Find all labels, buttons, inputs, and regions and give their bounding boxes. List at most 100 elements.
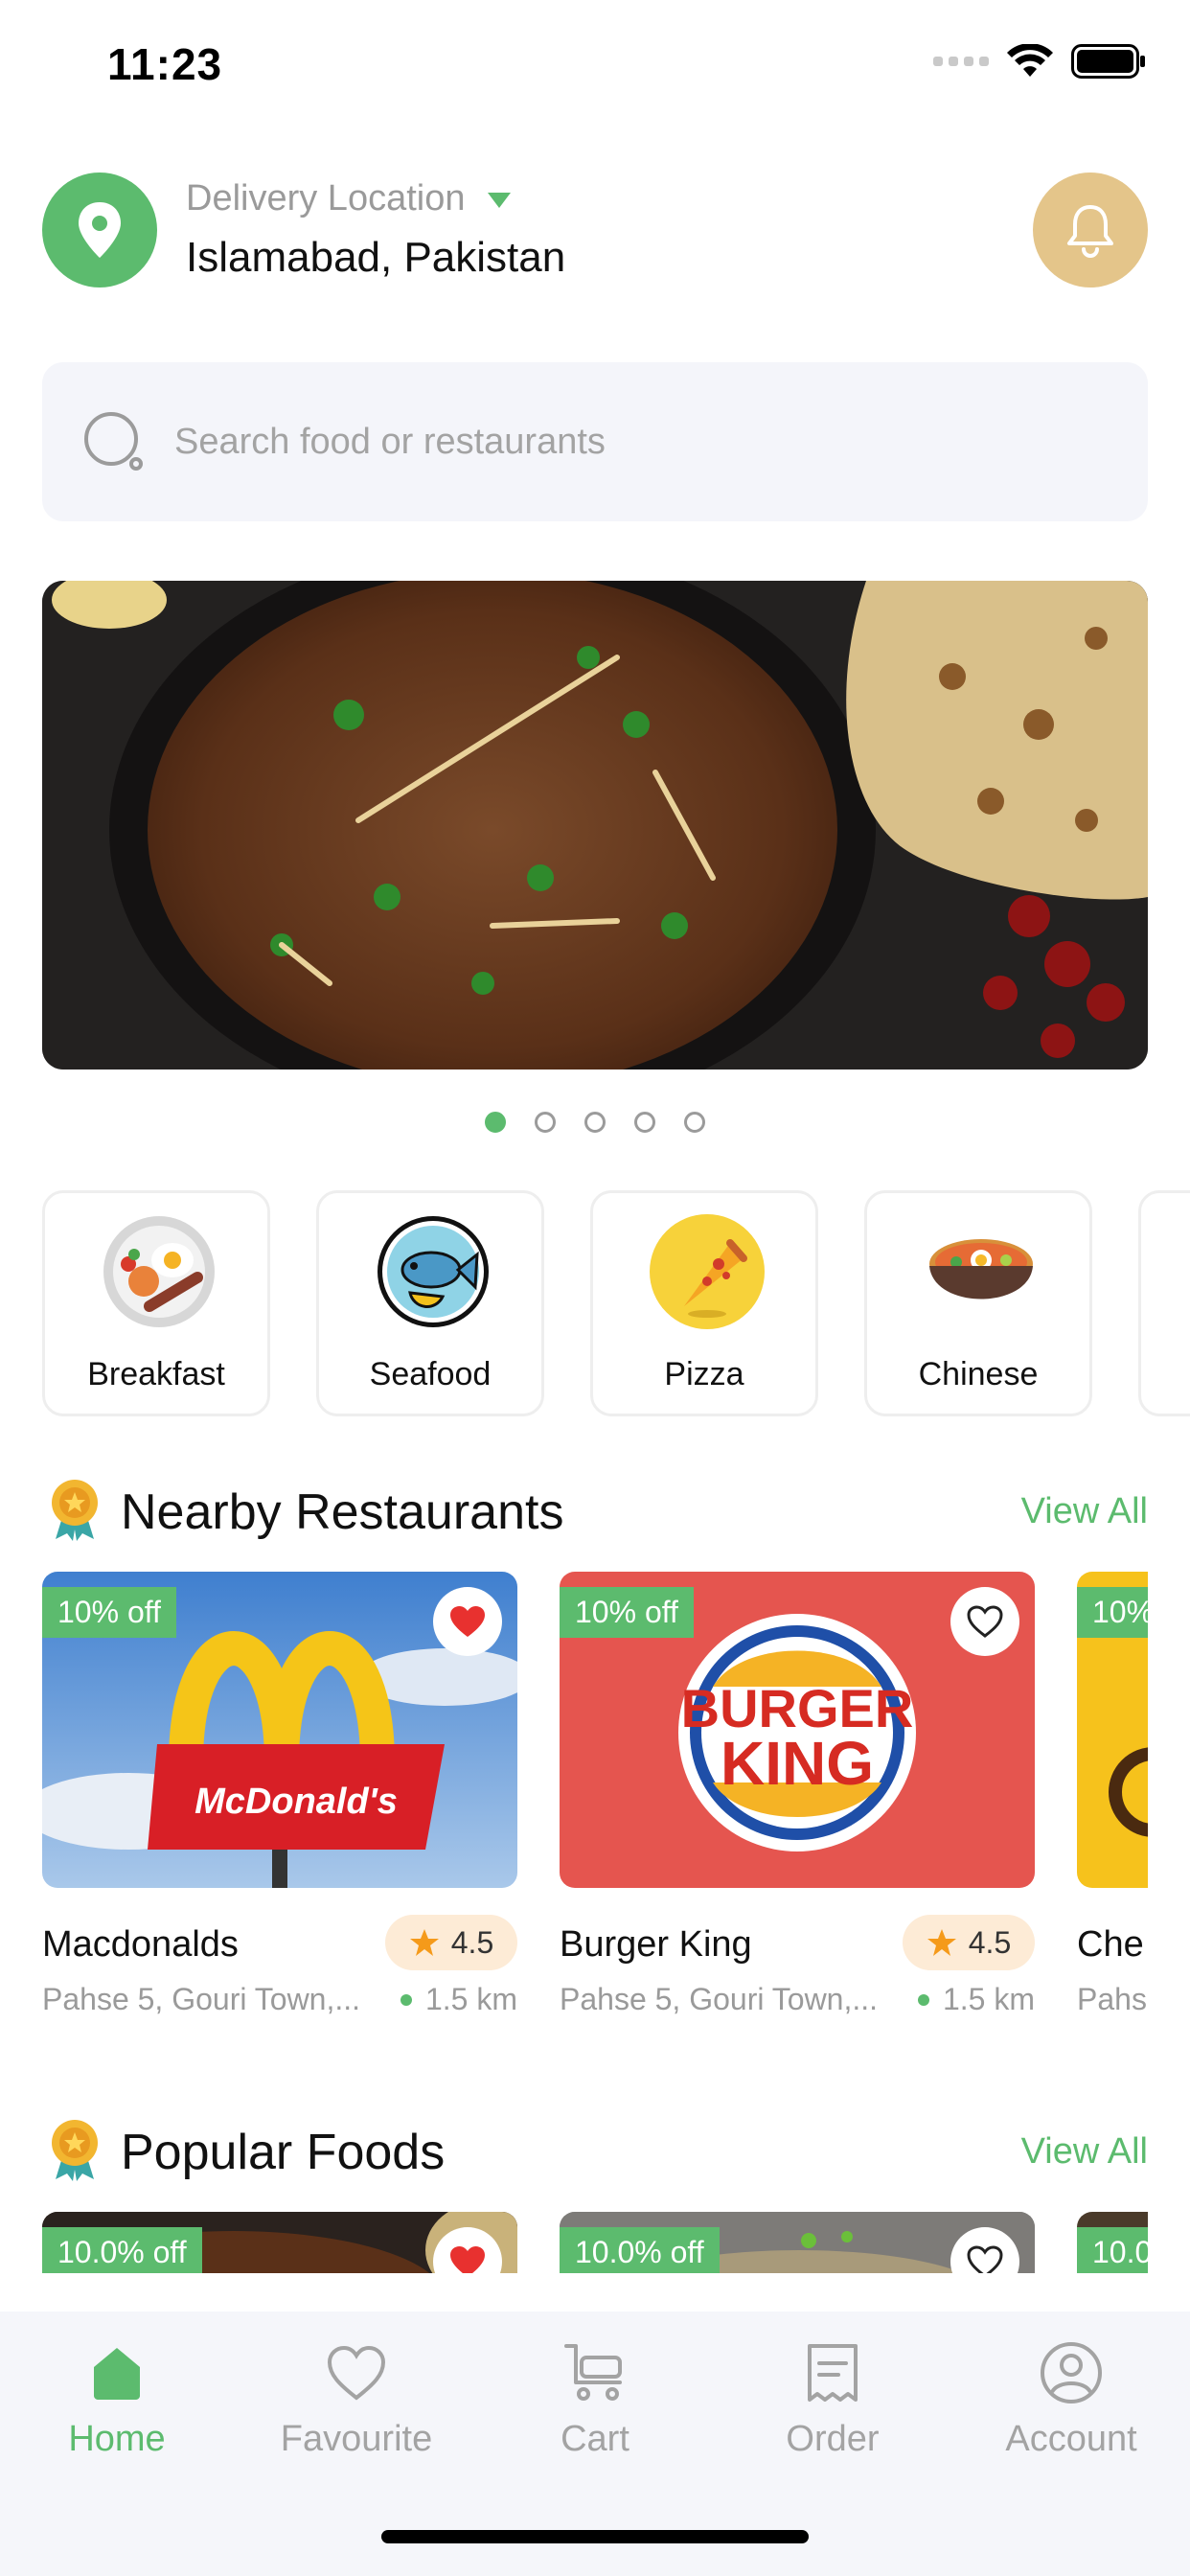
status-time: 11:23 (107, 39, 223, 89)
restaurant-address: Pahs (1077, 1982, 1147, 2016)
banner-page-dot[interactable] (684, 1112, 705, 1133)
tab-account[interactable]: Account (966, 2340, 1177, 2460)
category-label: Pizza (664, 1356, 744, 1392)
category-card-pizza[interactable]: Pizza (590, 1190, 818, 1416)
medal-icon (52, 2120, 98, 2181)
banner-page-dot[interactable] (535, 1112, 556, 1133)
bell-icon (1067, 205, 1113, 258)
restaurant-address: Pahse 5, Gouri Town,... (42, 1982, 361, 2016)
category-card-more[interactable] (1138, 1190, 1190, 1416)
heart-outline-icon (967, 2245, 1003, 2273)
rating-value: 4.5 (450, 1924, 494, 1960)
food-card[interactable]: 10.0 (1077, 2212, 1148, 2273)
battery-icon (1071, 44, 1145, 79)
food-card[interactable]: 10.0% off (560, 2212, 1035, 2273)
discount-badge: 10% off (42, 1587, 176, 1638)
star-icon (409, 1929, 439, 1956)
promo-banner-image[interactable] (42, 581, 1148, 1070)
restaurant-image: McDonald's 10% off (42, 1572, 517, 1888)
restaurant-name: Macdonalds (42, 1924, 239, 1965)
wifi-icon (1007, 44, 1053, 77)
user-circle-icon (1041, 2342, 1102, 2404)
home-indicator[interactable] (381, 2530, 809, 2543)
restaurant-address: Pahse 5, Gouri Town,... (560, 1982, 879, 2016)
distance-value: 1.5 km (942, 1982, 1035, 2016)
section-title: Popular Foods (121, 2125, 446, 2180)
nearby-restaurants-header: Nearby Restaurants View All (42, 1472, 1148, 1549)
search-icon (84, 412, 143, 471)
status-bar: 11:23 (0, 0, 1190, 125)
heart-filled-icon (450, 2246, 485, 2273)
restaurant-image: BURGER KING 10% off (560, 1572, 1035, 1888)
location-pin-button[interactable] (42, 172, 157, 288)
pizza-slice-icon (650, 1214, 765, 1329)
favorite-button[interactable] (950, 1587, 1019, 1656)
tab-order[interactable]: Order (727, 2340, 938, 2460)
banner-page-dot[interactable] (485, 1112, 506, 1133)
rating-badge: 4.5 (385, 1915, 517, 1970)
discount-badge: 10.0 (1077, 2227, 1148, 2273)
food-image: 10.0% off (42, 2212, 517, 2273)
restaurant-distance: 1.5 km (400, 1982, 517, 2017)
section-title: Nearby Restaurants (121, 1484, 564, 1540)
banner-pagination (0, 1112, 1190, 1133)
tab-label: Cart (561, 2419, 629, 2459)
banner-page-dot[interactable] (634, 1112, 655, 1133)
cart-icon (564, 2344, 622, 2401)
category-card-breakfast[interactable]: Breakfast (42, 1190, 270, 1416)
category-card-chinese[interactable]: Chinese (864, 1190, 1092, 1416)
caret-down-icon (488, 192, 512, 208)
view-all-link[interactable]: View All (1021, 1491, 1148, 1532)
food-image: 10.0 (1077, 2212, 1148, 2273)
tab-label: Home (68, 2419, 166, 2459)
cellular-signal-icon (933, 57, 989, 66)
header: Delivery Location Islamabad, Pakistan (42, 172, 1148, 288)
status-dot (400, 1993, 412, 2006)
home-icon (94, 2348, 140, 2400)
heart-outline-icon (327, 2345, 386, 2401)
notifications-button[interactable] (1033, 172, 1148, 288)
delivery-location-value[interactable]: Islamabad, Pakistan (186, 234, 565, 282)
category-card-seafood[interactable]: Seafood (316, 1190, 544, 1416)
svg-text:KING: KING (721, 1729, 874, 1798)
tab-label: Order (786, 2419, 880, 2459)
category-list: Breakfast Seafood Pizza Chinese (42, 1190, 1190, 1416)
status-icons (933, 44, 1146, 79)
tab-home[interactable]: Home (11, 2340, 222, 2460)
delivery-location-label: Delivery Location (186, 178, 466, 218)
discount-badge: 10.0% off (42, 2227, 202, 2273)
fish-icon (378, 1216, 489, 1327)
karahi-dish-illustration (42, 581, 1148, 1070)
tab-cart[interactable]: Cart (490, 2340, 700, 2460)
location-pin-icon (79, 202, 121, 258)
search-bar[interactable] (42, 362, 1148, 521)
food-image: 10.0% off (560, 2212, 1035, 2273)
view-all-link[interactable]: View All (1021, 2131, 1148, 2173)
tab-favourite[interactable]: Favourite (251, 2340, 462, 2460)
banner-page-dot[interactable] (584, 1112, 606, 1133)
rating-badge: 4.5 (903, 1915, 1035, 1970)
popular-foods-header: Popular Foods View All (42, 2112, 1148, 2189)
favorite-button[interactable] (433, 1587, 502, 1656)
restaurant-image: 10% 10% (1077, 1572, 1148, 1888)
tab-label: Account (1005, 2419, 1137, 2459)
heart-filled-icon (450, 1606, 485, 1637)
heart-outline-icon (967, 1605, 1003, 1638)
restaurant-card[interactable]: 10% 10% Che Pahs (1077, 1572, 1148, 2041)
restaurant-name: Che (1077, 1924, 1144, 1965)
svg-text:McDonald's: McDonald's (195, 1782, 398, 1822)
restaurant-card[interactable]: BURGER KING 10% off Burger King 4.5 Pahs… (560, 1572, 1035, 2041)
noodle-bowl-icon (929, 1239, 1033, 1300)
food-card[interactable]: 10.0% off (42, 2212, 517, 2273)
discount-badge: 10.0% off (560, 2227, 720, 2273)
status-dot (917, 1993, 929, 2006)
tab-label: Favourite (280, 2419, 433, 2459)
restaurant-card[interactable]: McDonald's 10% off Macdonalds 4.5 Pahse … (42, 1572, 517, 2041)
popular-food-list: 10.0% off 10.0% off 10.0 (42, 2212, 1148, 2273)
restaurant-distance: 1.5 km (917, 1982, 1035, 2017)
breakfast-plate-icon (103, 1216, 215, 1327)
category-label: Chinese (918, 1356, 1039, 1392)
discount-badge: 10% off (560, 1587, 694, 1638)
search-input[interactable] (174, 421, 1037, 463)
delivery-location-selector[interactable]: Delivery Location (186, 178, 512, 219)
